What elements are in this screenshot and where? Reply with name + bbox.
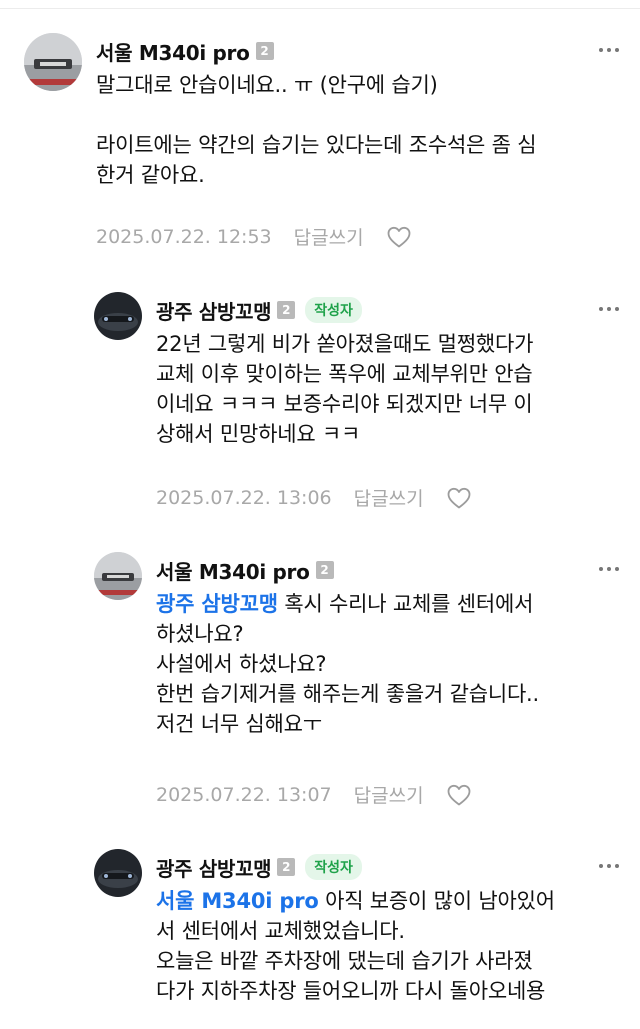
avatar-photo <box>94 849 142 897</box>
comment-line: 저건 너무 심해요ㅜ <box>156 712 322 736</box>
comment-line-rest: 혹시 수리나 교체를 센터에서 <box>277 592 534 616</box>
writer-badge: 작성자 <box>305 297 362 323</box>
comment-meta: 2025.07.22. 12:53 답글쓰기 <box>96 223 412 250</box>
comment-line: 상해서 민망하네요 ㅋㅋ <box>156 422 361 446</box>
comment-line: 22년 그렇게 비가 쏟아졌을때도 멀쩡했다가 <box>156 332 534 356</box>
author-name[interactable]: 서울 M340i pro <box>156 556 310 585</box>
comment-line: 서 센터에서 교체했었습니다. <box>156 919 405 943</box>
author-name[interactable]: 광주 삼방꼬맹 <box>156 296 272 325</box>
avatar-photo <box>24 33 82 91</box>
comment-line: 하셨나요? <box>156 622 244 646</box>
comment-text: 광주 삼방꼬맹 혹시 수리나 교체를 센터에서 하셨나요? 사설에서 하셨나요?… <box>156 589 539 739</box>
comment-meta: 2025.07.22. 13:06 답글쓰기 <box>156 484 472 511</box>
heart-outline-icon[interactable] <box>446 486 472 510</box>
comment-line: 다가 지하주차장 들어오니까 다시 돌아오네용 <box>156 979 546 1003</box>
comment-line: 말그대로 안습이네요.. ㅠ (안구에 습기) <box>96 73 438 97</box>
comment-date: 2025.07.22. 13:07 <box>156 783 332 806</box>
comment-date: 2025.07.22. 13:06 <box>156 486 332 509</box>
more-vertical-icon[interactable] <box>596 556 622 582</box>
comment-line-rest: 아직 보증이 많이 남아있어 <box>318 889 555 913</box>
comment-line: 광주 삼방꼬맹 혹시 수리나 교체를 센터에서 <box>156 589 539 619</box>
comment-line: 라이트에는 약간의 습기는 있다는데 조수석은 좀 심 <box>96 133 537 157</box>
level-badge: 2 <box>315 561 334 579</box>
level-badge: 2 <box>277 858 296 876</box>
more-vertical-icon[interactable] <box>596 853 622 879</box>
more-vertical-icon[interactable] <box>596 37 622 63</box>
comment-text: 말그대로 안습이네요.. ㅠ (안구에 습기) 라이트에는 약간의 습기는 있다… <box>96 70 537 190</box>
comment-text: 22년 그렇게 비가 쏟아졌을때도 멀쩡했다가 교체 이후 맞이하는 폭우에 교… <box>156 329 533 449</box>
comment-line: 한거 같아요. <box>96 163 205 187</box>
comment-line: 한번 습기제거를 해주는게 좋을거 같습니다.. <box>156 682 540 706</box>
avatar-photo <box>94 292 142 340</box>
reply-button[interactable]: 답글쓰기 <box>294 223 364 250</box>
heart-outline-icon[interactable] <box>386 225 412 249</box>
level-badge: 2 <box>255 42 274 60</box>
writer-badge: 작성자 <box>305 854 362 880</box>
comment-line: 교체 이후 맞이하는 폭우에 교체부위만 안습 <box>156 362 533 386</box>
mention-link[interactable]: 광주 삼방꼬맹 <box>156 592 278 616</box>
comment-date: 2025.07.22. 12:53 <box>96 225 272 248</box>
avatar[interactable] <box>94 552 142 600</box>
mention-link[interactable]: 서울 M340i pro <box>156 889 319 913</box>
avatar[interactable] <box>94 849 142 897</box>
more-vertical-icon[interactable] <box>596 296 622 322</box>
comment-meta: 2025.07.22. 13:07 답글쓰기 <box>156 781 472 808</box>
divider <box>0 8 640 9</box>
author-name[interactable]: 서울 M340i pro <box>96 37 250 66</box>
comment-line: 사설에서 하셨나요? <box>156 652 327 676</box>
comment-line: 서울 M340i pro 아직 보증이 많이 남아있어 <box>156 886 555 916</box>
heart-outline-icon[interactable] <box>446 783 472 807</box>
comment-line: 이네요 ㅋㅋㅋ 보증수리야 되겠지만 너무 이 <box>156 392 533 416</box>
comment-text: 서울 M340i pro 아직 보증이 많이 남아있어 서 센터에서 교체했었습… <box>156 886 555 1006</box>
reply-button[interactable]: 답글쓰기 <box>354 484 424 511</box>
avatar[interactable] <box>94 292 142 340</box>
avatar-photo <box>94 552 142 600</box>
level-badge: 2 <box>277 301 296 319</box>
reply-button[interactable]: 답글쓰기 <box>354 781 424 808</box>
avatar[interactable] <box>24 33 82 91</box>
author-name[interactable]: 광주 삼방꼬맹 <box>156 853 272 882</box>
comment-line: 오늘은 바깥 주차장에 댔는데 습기가 사라졌 <box>156 949 533 973</box>
